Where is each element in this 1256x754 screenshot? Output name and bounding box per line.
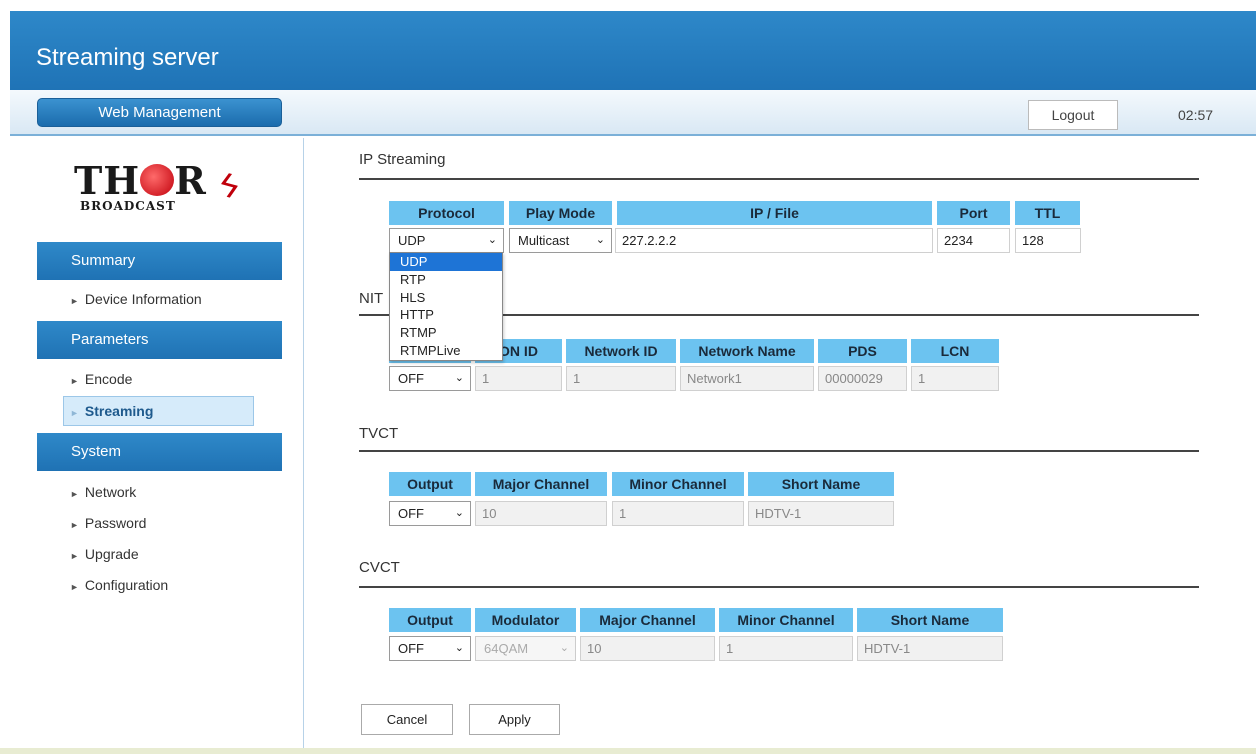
- sidebar-item-device-information[interactable]: ► Device Information: [70, 291, 202, 307]
- chevron-down-icon: ⌄: [454, 642, 464, 654]
- header-tvct-minor-channel: Minor Channel: [612, 472, 744, 496]
- tvct-major-channel-input[interactable]: 10: [475, 501, 607, 526]
- lightning-bolt-icon: ϟ: [215, 165, 243, 207]
- ip-file-input[interactable]: 227.2.2.2: [615, 228, 933, 253]
- port-input[interactable]: 2234: [937, 228, 1010, 253]
- tvct-output-select[interactable]: OFF ⌄: [389, 501, 471, 526]
- chevron-down-icon: ⌄: [454, 507, 464, 519]
- tvct-minor-channel-input[interactable]: 1: [612, 501, 744, 526]
- sidebar-section-system[interactable]: System: [37, 433, 282, 471]
- header-network-name: Network Name: [680, 339, 814, 363]
- header-pds: PDS: [818, 339, 907, 363]
- section-title-cvct: CVCT: [359, 559, 400, 576]
- network-name-input[interactable]: Network1: [680, 366, 814, 391]
- cvct-short-name-input[interactable]: HDTV-1: [857, 636, 1003, 661]
- clock-time: 02:57: [1178, 107, 1214, 123]
- tvct-short-name-input[interactable]: HDTV-1: [748, 501, 894, 526]
- app-header: Streaming server: [10, 11, 1256, 90]
- logo-globe-icon: [140, 164, 175, 196]
- sub-toolbar: Web Management Logout 02:57: [10, 90, 1256, 136]
- nit-output-select[interactable]: OFF ⌄: [389, 366, 471, 391]
- protocol-option-http[interactable]: HTTP: [390, 306, 502, 324]
- header-cvct-short-name: Short Name: [857, 608, 1003, 632]
- app-title: Streaming server: [36, 44, 219, 71]
- protocol-dropdown-list: UDP RTP HLS HTTP RTMP RTMPLive: [389, 252, 503, 361]
- section-divider: [359, 450, 1199, 452]
- sidebar-item-configuration[interactable]: ► Configuration: [70, 577, 168, 593]
- protocol-option-rtp[interactable]: RTP: [390, 271, 502, 289]
- protocol-option-rtmplive[interactable]: RTMPLive: [390, 342, 502, 360]
- chevron-down-icon: ⌄: [559, 642, 569, 654]
- sidebar-item-upgrade[interactable]: ► Upgrade: [70, 546, 139, 562]
- header-port: Port: [937, 201, 1010, 225]
- header-cvct-minor-channel: Minor Channel: [719, 608, 853, 632]
- cvct-modulator-select[interactable]: 64QAM ⌄: [475, 636, 576, 661]
- header-protocol: Protocol: [389, 201, 504, 225]
- arrow-right-icon: ►: [70, 376, 79, 386]
- header-lcn: LCN: [911, 339, 999, 363]
- arrow-right-icon: ►: [70, 296, 79, 306]
- chevron-down-icon: ⌄: [595, 234, 605, 246]
- arrow-right-icon: ►: [70, 551, 79, 561]
- pds-input[interactable]: 00000029: [818, 366, 907, 391]
- sidebar: TH R BROADCAST ϟ Summary ► Device Informat…: [0, 138, 304, 754]
- header-tvct-major-channel: Major Channel: [475, 472, 607, 496]
- footer-strip: [0, 748, 1256, 754]
- sidebar-item-password[interactable]: ► Password: [70, 515, 146, 531]
- header-cvct-output: Output: [389, 608, 471, 632]
- section-title-ip-streaming: IP Streaming: [359, 151, 446, 168]
- arrow-right-icon: ►: [70, 408, 79, 418]
- sidebar-section-parameters[interactable]: Parameters: [37, 321, 282, 359]
- arrow-right-icon: ►: [70, 582, 79, 592]
- chevron-down-icon: ⌄: [454, 372, 464, 384]
- header-cvct-modulator: Modulator: [475, 608, 576, 632]
- protocol-option-rtmp[interactable]: RTMP: [390, 324, 502, 342]
- logout-button[interactable]: Logout: [1028, 100, 1118, 130]
- header-network-id: Network ID: [566, 339, 676, 363]
- thor-broadcast-logo: TH R BROADCAST ϟ: [74, 158, 243, 214]
- header-tvct-output: Output: [389, 472, 471, 496]
- cvct-major-channel-input[interactable]: 10: [580, 636, 715, 661]
- sidebar-item-encode[interactable]: ► Encode: [70, 371, 132, 387]
- on-id-input[interactable]: 1: [475, 366, 562, 391]
- network-id-input[interactable]: 1: [566, 366, 676, 391]
- protocol-option-udp[interactable]: UDP: [390, 253, 502, 271]
- section-title-tvct: TVCT: [359, 425, 399, 442]
- arrow-right-icon: ►: [70, 520, 79, 530]
- header-cvct-major-channel: Major Channel: [580, 608, 715, 632]
- cancel-button[interactable]: Cancel: [361, 704, 453, 735]
- arrow-right-icon: ►: [70, 489, 79, 499]
- lcn-input[interactable]: 1: [911, 366, 999, 391]
- section-divider: [359, 586, 1199, 588]
- web-management-button[interactable]: Web Management: [37, 98, 282, 127]
- cvct-minor-channel-input[interactable]: 1: [719, 636, 853, 661]
- apply-button[interactable]: Apply: [469, 704, 560, 735]
- header-play-mode: Play Mode: [509, 201, 612, 225]
- header-tvct-short-name: Short Name: [748, 472, 894, 496]
- section-divider: [359, 178, 1199, 180]
- cvct-output-select[interactable]: OFF ⌄: [389, 636, 471, 661]
- protocol-select[interactable]: UDP ⌄: [389, 228, 504, 253]
- section-title-nit: NIT: [359, 290, 384, 307]
- play-mode-select[interactable]: Multicast ⌄: [509, 228, 612, 253]
- header-ip-file: IP / File: [617, 201, 932, 225]
- chevron-down-icon: ⌄: [487, 234, 497, 246]
- sidebar-item-network[interactable]: ► Network: [70, 484, 136, 500]
- sidebar-section-summary[interactable]: Summary: [37, 242, 282, 280]
- header-ttl: TTL: [1015, 201, 1080, 225]
- sidebar-item-streaming[interactable]: ► Streaming: [63, 396, 254, 426]
- protocol-option-hls[interactable]: HLS: [390, 289, 502, 307]
- ttl-input[interactable]: 128: [1015, 228, 1081, 253]
